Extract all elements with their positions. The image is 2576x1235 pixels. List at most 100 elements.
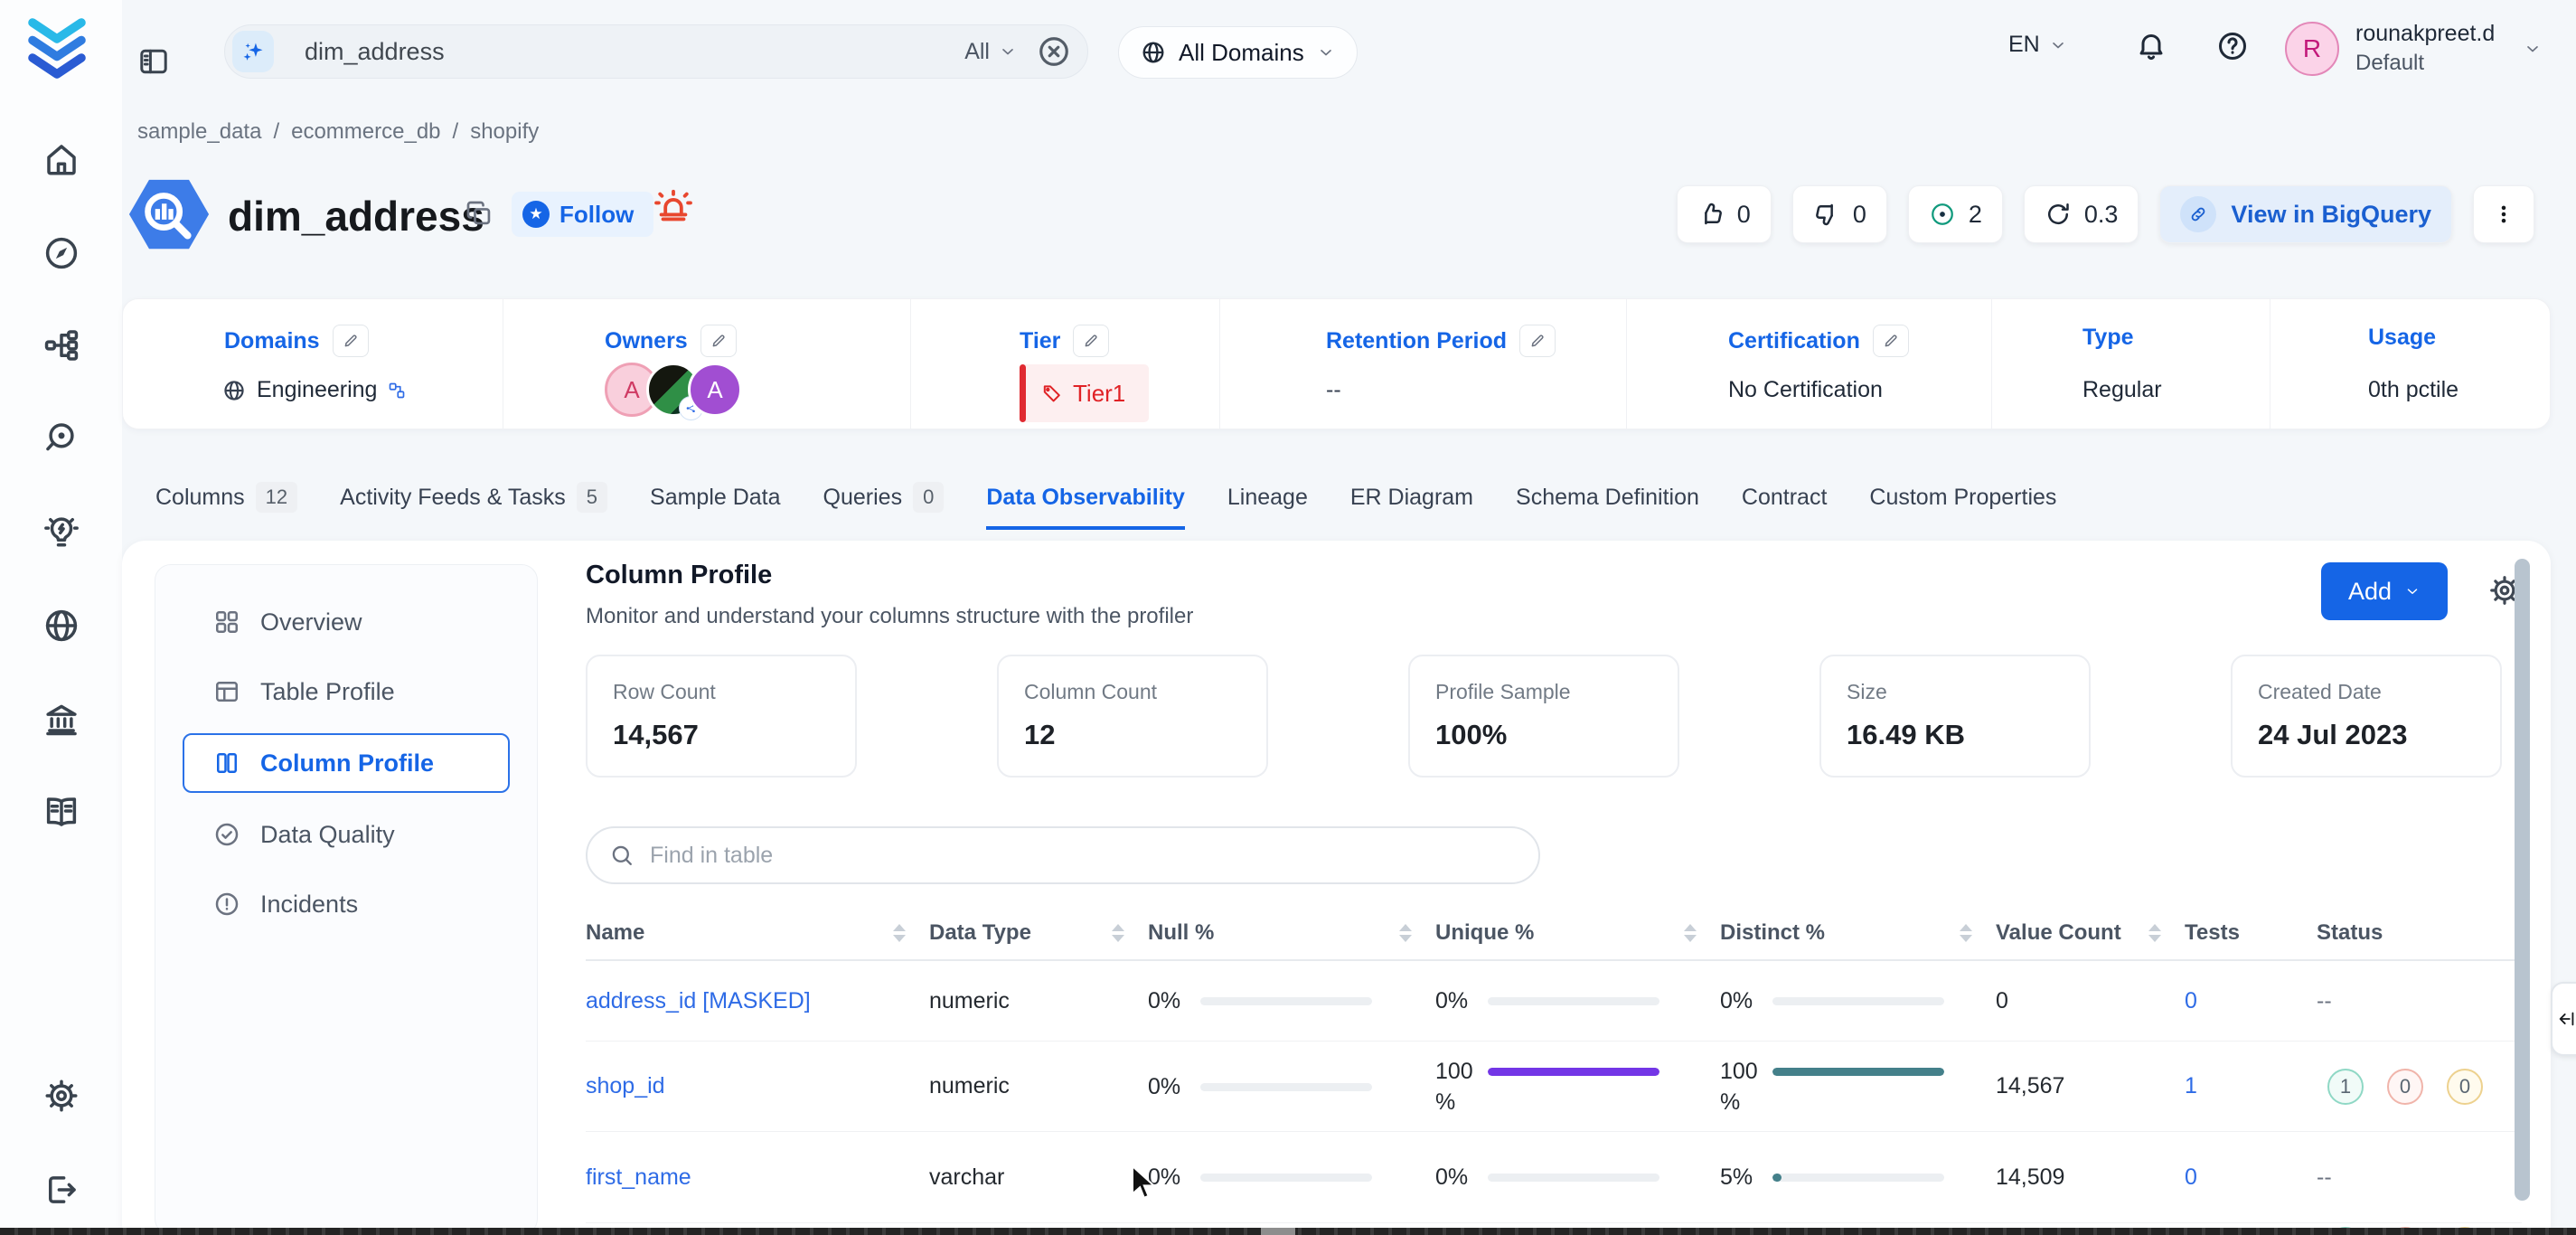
tier-tag[interactable]: Tier1 — [1020, 364, 1149, 422]
sort-distinct[interactable] — [1960, 924, 1972, 942]
edit-domains-button[interactable] — [333, 325, 369, 357]
column-link[interactable]: first_name — [586, 1164, 929, 1191]
tab-contract[interactable]: Contract — [1742, 468, 1827, 530]
domain-filter-dropdown[interactable]: All Domains — [1118, 26, 1358, 79]
nav-item-data-quality[interactable]: Data Quality — [183, 806, 510, 863]
notifications-bell-icon[interactable] — [2135, 30, 2167, 62]
overview-grid-icon — [213, 608, 240, 636]
entity-tabs: Columns12 Activity Feeds & Tasks5 Sample… — [155, 468, 2056, 530]
discovery-search-icon[interactable] — [42, 420, 80, 457]
nav-item-overview[interactable]: Overview — [183, 594, 510, 650]
user-avatar[interactable]: R — [2285, 22, 2339, 76]
status-aborted-badge: 0 — [2387, 1069, 2423, 1105]
subdomain-icon — [388, 382, 406, 400]
downvote-button[interactable]: 0 — [1792, 185, 1887, 243]
status-failed-badge: 0 — [2447, 1069, 2483, 1105]
explore-compass-icon[interactable] — [42, 234, 80, 272]
tab-activity-feeds[interactable]: Activity Feeds & Tasks5 — [340, 468, 607, 530]
tests-link[interactable]: 1 — [2174, 1073, 2309, 1099]
sort-null[interactable] — [1399, 924, 1412, 942]
columns-count-badge: 12 — [256, 482, 297, 513]
more-actions-button[interactable] — [2473, 185, 2534, 243]
glossary-book-icon[interactable] — [42, 793, 80, 831]
tests-link[interactable]: 0 — [2174, 988, 2309, 1014]
certification-value: No Certification — [1728, 377, 1883, 403]
insights-bulb-icon[interactable] — [42, 513, 80, 551]
content-scrollbar-thumb[interactable] — [2515, 559, 2530, 1201]
home-icon[interactable] — [42, 140, 80, 178]
queries-count-badge: 0 — [913, 482, 944, 513]
sort-name[interactable] — [893, 924, 906, 942]
domain-filter-label: All Domains — [1179, 39, 1304, 67]
sort-value-count[interactable] — [2148, 924, 2161, 942]
owner-avatar-3[interactable]: A — [688, 363, 742, 417]
domains-globe-icon[interactable] — [42, 607, 80, 645]
watchers-button[interactable]: 2 — [1908, 185, 2003, 243]
nav-item-incidents[interactable]: Incidents — [183, 876, 510, 932]
upvote-button[interactable]: 0 — [1677, 185, 1772, 243]
sidebar-toggle-icon[interactable] — [137, 45, 170, 78]
breadcrumb-schema[interactable]: shopify — [470, 119, 539, 145]
find-in-table-search[interactable] — [586, 826, 1540, 884]
column-link[interactable]: address_id [MASKED] — [586, 988, 929, 1014]
help-question-icon[interactable] — [2216, 30, 2249, 62]
data-quality-check-icon — [213, 821, 240, 848]
meta-owners: Owners AA — [503, 299, 911, 429]
left-navigation-rail — [0, 0, 122, 1235]
edit-certification-button[interactable] — [1873, 325, 1909, 357]
edit-tier-button[interactable] — [1073, 325, 1109, 357]
tab-data-observability[interactable]: Data Observability — [986, 468, 1185, 530]
settings-gear-icon[interactable] — [42, 1077, 80, 1115]
section-title: Column Profile — [586, 561, 2321, 590]
user-menu[interactable]: R rounakpreet.d Default — [2285, 21, 2542, 76]
announcement-siren-icon[interactable] — [653, 186, 694, 228]
govern-bank-icon[interactable] — [42, 700, 80, 738]
sort-data-type[interactable] — [1112, 924, 1124, 942]
usage-label: Usage — [2368, 325, 2436, 351]
entity-metadata-panel: Domains Engineering Owners AA Tier — [122, 298, 2551, 429]
tab-queries[interactable]: Queries0 — [823, 468, 945, 530]
nav-item-table-profile[interactable]: Table Profile — [183, 664, 510, 720]
tab-schema-definition[interactable]: Schema Definition — [1516, 468, 1699, 530]
profile-summary-cards: Row Count14,567 Column Count12 Profile S… — [586, 655, 2522, 778]
meta-type: Type Regular — [1991, 299, 2270, 429]
column-link[interactable]: shop_id — [586, 1073, 929, 1099]
test-status-badges: 1 0 0 — [2309, 1069, 2522, 1105]
app-window: dim_address All All Domains EN R rounakp… — [0, 0, 2576, 1235]
side-panel-expand-handle[interactable] — [2551, 982, 2576, 1056]
tests-link[interactable]: 0 — [2174, 1164, 2309, 1191]
search-query-text[interactable]: dim_address — [305, 38, 964, 66]
global-search-bar[interactable]: dim_address All — [224, 24, 1088, 79]
tab-er-diagram[interactable]: ER Diagram — [1350, 468, 1473, 530]
language-selector[interactable]: EN — [2008, 32, 2067, 58]
add-button[interactable]: Add — [2321, 562, 2448, 620]
logout-icon[interactable] — [42, 1171, 80, 1209]
null-progress-bar — [1200, 1174, 1372, 1182]
breadcrumb-database[interactable]: ecommerce_db — [291, 119, 440, 145]
domain-value[interactable]: Engineering — [257, 377, 377, 403]
clear-search-icon[interactable] — [1037, 34, 1071, 69]
tab-lineage[interactable]: Lineage — [1227, 468, 1308, 530]
edit-retention-button[interactable] — [1519, 325, 1556, 357]
profiler-sub-nav: Overview Table Profile Column Profile Da… — [155, 564, 538, 1235]
version-button[interactable]: 0.3 — [2024, 185, 2139, 243]
edit-owners-button[interactable] — [700, 325, 737, 357]
copy-name-icon[interactable] — [465, 199, 494, 228]
sort-unique[interactable] — [1684, 924, 1697, 942]
breadcrumb-service[interactable]: sample_data — [137, 119, 261, 145]
find-in-table-input[interactable] — [648, 842, 1517, 870]
tab-columns[interactable]: Columns12 — [155, 468, 297, 530]
null-progress-bar — [1200, 997, 1372, 1005]
openmetadata-logo[interactable] — [22, 14, 92, 80]
tab-custom-properties[interactable]: Custom Properties — [1869, 468, 2056, 530]
nav-item-column-profile[interactable]: Column Profile — [183, 733, 510, 793]
type-label: Type — [2082, 325, 2134, 351]
user-team: Default — [2355, 51, 2495, 76]
view-in-source-button[interactable]: View in BigQuery — [2159, 185, 2452, 243]
lineage-flow-icon[interactable] — [42, 326, 80, 364]
tab-sample-data[interactable]: Sample Data — [650, 468, 781, 530]
incidents-alert-icon — [213, 891, 240, 918]
follow-button[interactable]: ★ Follow — [512, 192, 653, 237]
meta-tier: Tier Tier1 — [910, 299, 1220, 429]
search-scope-dropdown[interactable]: All — [964, 39, 1017, 65]
